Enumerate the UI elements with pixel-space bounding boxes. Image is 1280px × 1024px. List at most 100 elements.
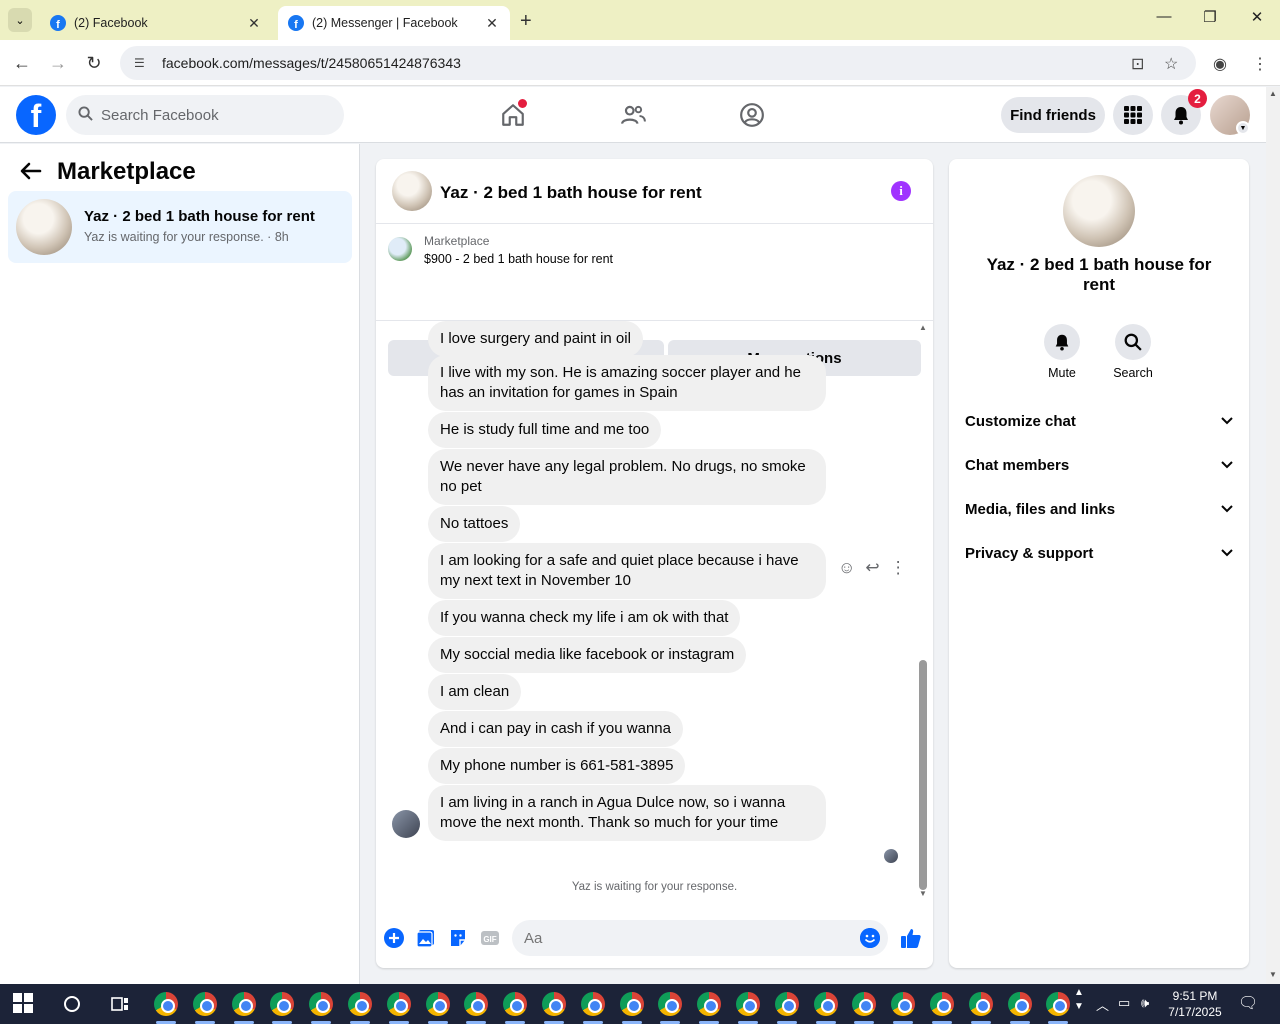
- show-hidden-icons-chevron-icon[interactable]: ︿: [1096, 995, 1109, 1014]
- bookmark-star-icon[interactable]: ☆: [1164, 54, 1178, 74]
- mute-button[interactable]: Mute: [1032, 324, 1092, 380]
- message-bubble[interactable]: He is study full time and me too: [428, 412, 662, 448]
- search-facebook-field[interactable]: Search Facebook: [66, 95, 344, 135]
- message-bubble[interactable]: I live with my son. He is amazing soccer…: [428, 355, 826, 411]
- minimize-icon[interactable]: —: [1154, 8, 1174, 25]
- chrome-window-icon[interactable]: [852, 992, 877, 1016]
- message-bubble[interactable]: If you wanna check my life i am ok with …: [428, 600, 741, 636]
- media-files-links-section[interactable]: Media, files and links: [965, 497, 1233, 521]
- chrome-window-icon[interactable]: [270, 992, 295, 1016]
- close-tab-icon[interactable]: ✕: [484, 15, 500, 32]
- notifications-bell-icon[interactable]: 2: [1161, 89, 1207, 135]
- message-bubble[interactable]: I am looking for a safe and quiet place …: [428, 543, 826, 599]
- chrome-window-icon[interactable]: [658, 992, 683, 1016]
- tab-facebook[interactable]: f (2) Facebook ✕: [40, 6, 272, 40]
- thumbs-up-icon[interactable]: [899, 926, 923, 950]
- scroll-up-arrow-icon[interactable]: ▲: [919, 323, 927, 332]
- new-tab-button[interactable]: +: [520, 10, 532, 33]
- listing-small-thumbnail[interactable]: [388, 237, 412, 261]
- chat-title[interactable]: Yaz · 2 bed 1 bath house for rent: [440, 183, 702, 203]
- message-bubble[interactable]: No tattoes: [428, 506, 521, 542]
- message-bubble[interactable]: I am living in a ranch in Agua Dulce now…: [428, 785, 826, 841]
- chrome-window-icon[interactable]: [619, 992, 644, 1016]
- tray-scroll-arrows-icon[interactable]: ▲ ▼: [1074, 986, 1084, 1014]
- chrome-window-icon[interactable]: [774, 992, 799, 1016]
- windows-start-icon[interactable]: [12, 992, 36, 1016]
- scrollbar-thumb[interactable]: [919, 660, 927, 890]
- listing-price-title[interactable]: $900 - 2 bed 1 bath house for rent: [424, 252, 613, 266]
- close-window-icon[interactable]: ✕: [1247, 8, 1267, 26]
- privacy-support-section[interactable]: Privacy & support: [965, 541, 1233, 565]
- site-info-icon[interactable]: ☰: [134, 56, 152, 70]
- chrome-window-icon[interactable]: [1007, 992, 1032, 1016]
- scroll-down-arrow-icon[interactable]: ▼: [1269, 970, 1277, 979]
- message-bubble[interactable]: My phone number is 661-581-3895: [428, 748, 686, 784]
- page-scrollbar[interactable]: ▲ ▼: [1266, 87, 1280, 984]
- chrome-window-icon[interactable]: [503, 992, 528, 1016]
- reload-icon[interactable]: ↻: [81, 50, 107, 76]
- message-thread[interactable]: I love surgery and paint in oil I live w…: [376, 321, 933, 899]
- chrome-window-icon[interactable]: [1046, 992, 1071, 1016]
- taskbar-clock[interactable]: 9:51 PM 7/17/2025: [1160, 988, 1230, 1020]
- chrome-window-icon[interactable]: [736, 992, 760, 1016]
- message-bubble[interactable]: And i can pay in cash if you wanna: [428, 711, 683, 747]
- chrome-window-icon[interactable]: [968, 992, 993, 1016]
- tab-messenger[interactable]: f (2) Messenger | Facebook ✕: [278, 6, 510, 40]
- more-message-options-icon[interactable]: ⋮: [890, 558, 907, 578]
- task-view-icon[interactable]: [108, 992, 132, 1016]
- chrome-window-icon[interactable]: [930, 992, 954, 1016]
- chrome-window-icon[interactable]: [309, 992, 334, 1016]
- search-in-chat-button[interactable]: Search: [1103, 324, 1163, 380]
- sticker-icon[interactable]: [447, 927, 469, 949]
- scroll-up-arrow-icon[interactable]: ▲: [1269, 89, 1277, 98]
- sender-avatar[interactable]: [392, 810, 420, 838]
- tab-search-button[interactable]: ⌄: [8, 8, 32, 32]
- restore-icon[interactable]: ❐: [1200, 8, 1220, 26]
- chat-scrollbar[interactable]: ▲ ▼: [916, 323, 930, 899]
- conversation-list-item[interactable]: Yaz · 2 bed 1 bath house for rent Yaz is…: [8, 191, 352, 263]
- friends-icon[interactable]: [617, 99, 649, 131]
- profile-icon[interactable]: ◉: [1213, 54, 1227, 74]
- url-field[interactable]: ☰ facebook.com/messages/t/24580651424876…: [120, 46, 1196, 80]
- facebook-logo-icon[interactable]: f: [16, 95, 56, 135]
- react-emoji-icon[interactable]: ☺: [838, 558, 855, 578]
- listing-large-thumbnail[interactable]: [1063, 175, 1135, 247]
- chrome-window-icon[interactable]: [697, 992, 722, 1016]
- profile-circle-icon[interactable]: [736, 99, 768, 131]
- message-input[interactable]: [524, 929, 844, 947]
- chrome-window-icon[interactable]: [425, 992, 450, 1016]
- close-tab-icon[interactable]: ✕: [246, 15, 262, 32]
- emoji-icon[interactable]: [860, 928, 880, 948]
- gif-icon[interactable]: GIF: [479, 927, 501, 949]
- chrome-window-icon[interactable]: [192, 992, 217, 1016]
- chat-members-section[interactable]: Chat members: [965, 453, 1233, 477]
- chevron-down-icon[interactable]: ▼: [1236, 121, 1250, 135]
- chrome-window-icon[interactable]: [542, 992, 566, 1016]
- chrome-window-icon[interactable]: [348, 992, 372, 1016]
- chrome-window-icon[interactable]: [464, 992, 489, 1016]
- chrome-window-icon[interactable]: [580, 992, 605, 1016]
- home-icon[interactable]: [497, 99, 529, 131]
- install-app-icon[interactable]: ⊡: [1131, 54, 1144, 74]
- listing-thumbnail[interactable]: [392, 171, 432, 211]
- volume-icon[interactable]: 🕪: [1141, 995, 1149, 1011]
- customize-chat-section[interactable]: Customize chat: [965, 409, 1233, 433]
- chrome-window-icon[interactable]: [154, 992, 178, 1016]
- search-circle-icon[interactable]: [60, 992, 84, 1016]
- network-icon[interactable]: ▭: [1118, 995, 1130, 1011]
- back-icon[interactable]: ←: [9, 50, 35, 76]
- menu-grid-icon[interactable]: [1113, 95, 1153, 135]
- browser-menu-icon[interactable]: ⋮: [1252, 54, 1268, 74]
- message-bubble[interactable]: I love surgery and paint in oil: [428, 321, 643, 357]
- reply-icon[interactable]: ↩: [865, 558, 879, 578]
- message-bubble[interactable]: My soccial media like facebook or instag…: [428, 637, 747, 673]
- chrome-window-icon[interactable]: [891, 992, 916, 1016]
- attach-photo-icon[interactable]: [415, 927, 437, 949]
- plus-actions-icon[interactable]: [383, 927, 405, 949]
- chrome-window-icon[interactable]: [813, 992, 838, 1016]
- back-arrow-icon[interactable]: [20, 160, 42, 186]
- forward-icon[interactable]: →: [45, 50, 71, 76]
- message-bubble[interactable]: We never have any legal problem. No drug…: [428, 449, 826, 505]
- scroll-down-arrow-icon[interactable]: ▼: [919, 889, 927, 898]
- find-friends-button[interactable]: Find friends: [1001, 97, 1105, 133]
